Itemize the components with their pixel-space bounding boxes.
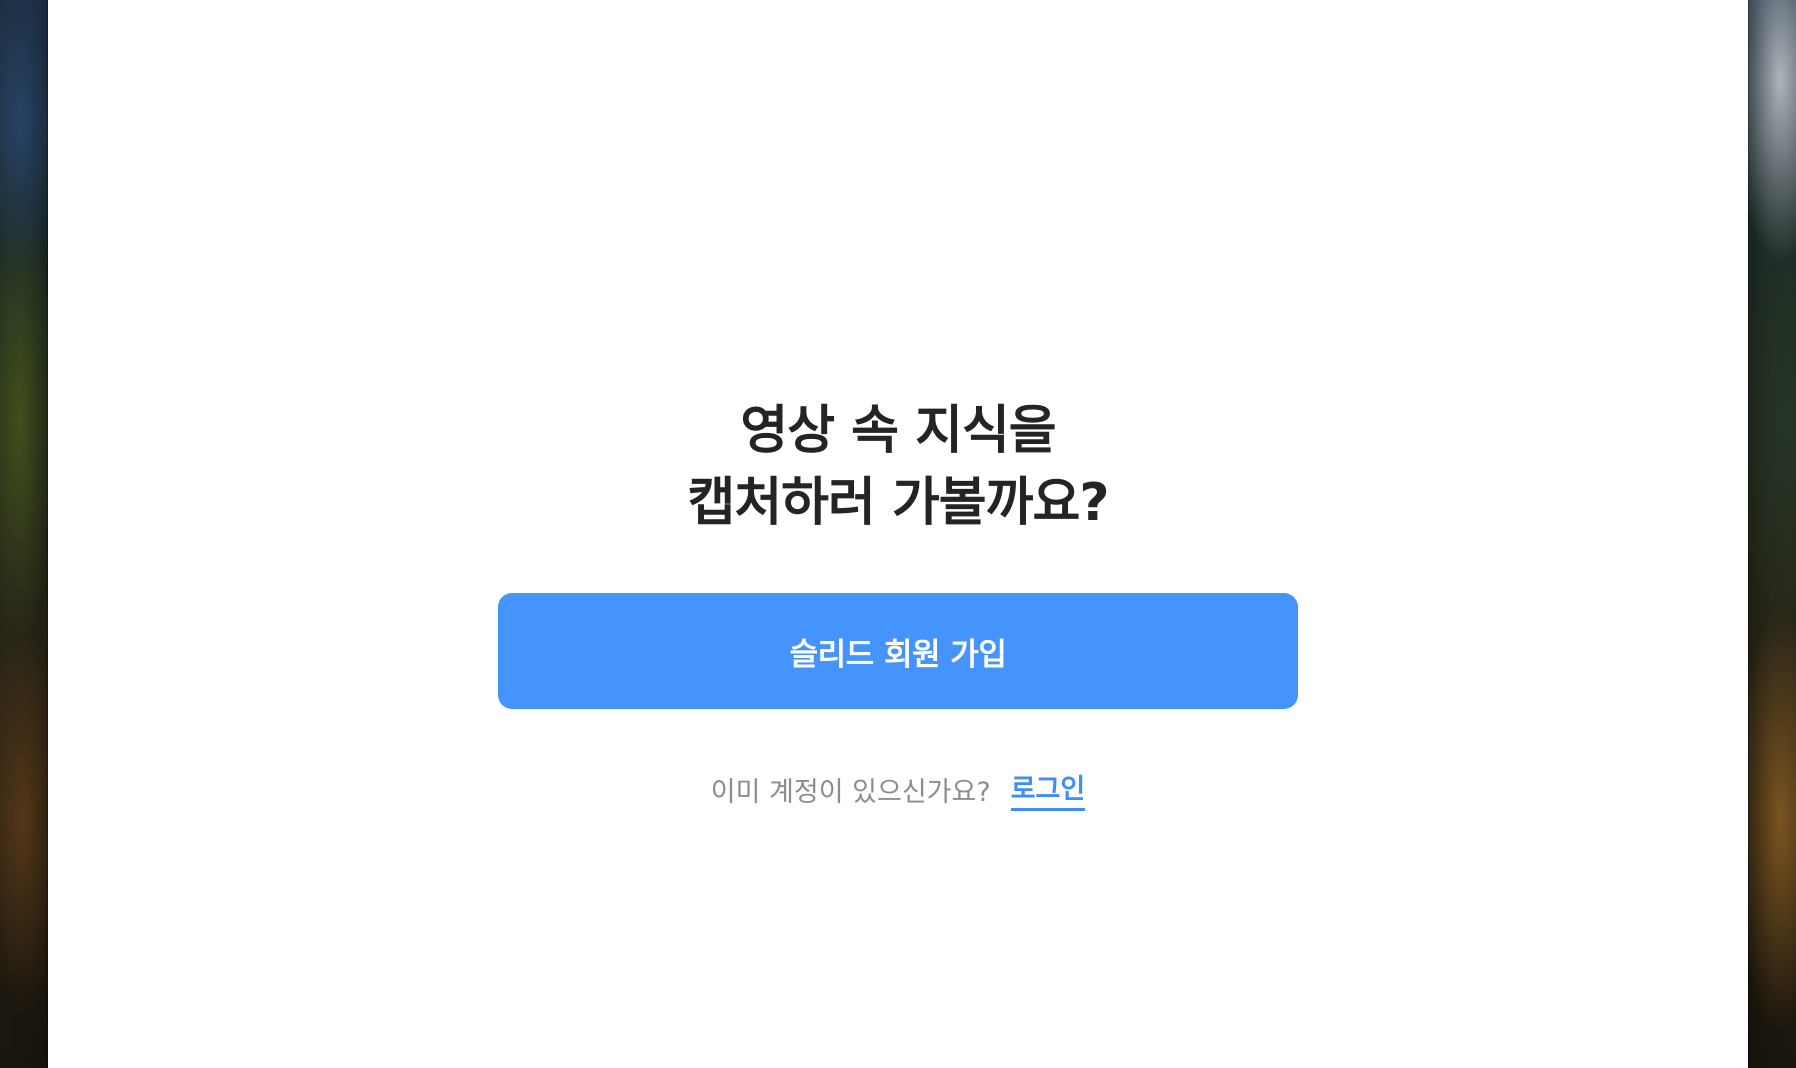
signup-window: 영상 속 지식을 캡처하러 가볼까요? 슬리드 회원 가입 이미 계정이 있으신… [48,0,1748,1068]
page-title-line-1: 영상 속 지식을 [740,401,1056,461]
login-link[interactable]: 로그인 [1010,767,1086,811]
desktop-wallpaper: 영상 속 지식을 캡처하러 가볼까요? 슬리드 회원 가입 이미 계정이 있으신… [0,0,1796,1068]
login-row: 이미 계정이 있으신가요? 로그인 [710,767,1086,811]
signup-button[interactable]: 슬리드 회원 가입 [498,593,1298,709]
page-title: 영상 속 지식을 캡처하러 가볼까요? [687,395,1110,539]
login-prompt-text: 이미 계정이 있으신가요? [710,776,991,808]
signup-panel: 영상 속 지식을 캡처하러 가볼까요? 슬리드 회원 가입 이미 계정이 있으신… [48,395,1748,811]
page-title-line-2: 캡처하러 가볼까요? [687,473,1110,533]
